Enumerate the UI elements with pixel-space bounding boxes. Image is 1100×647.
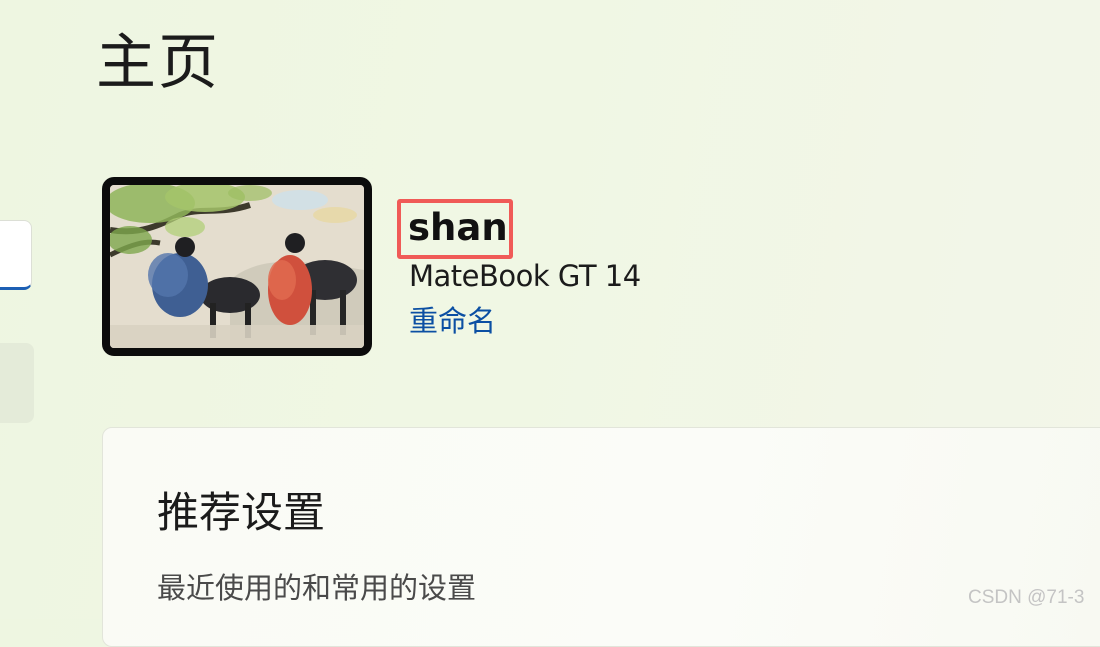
- wallpaper-painting-image: [110, 185, 364, 348]
- page-title: 主页: [96, 28, 220, 98]
- recommended-settings-subtitle: 最近使用的和常用的设置: [157, 571, 477, 605]
- device-name: shan: [408, 206, 508, 249]
- sidebar-search-box[interactable]: [0, 220, 32, 290]
- recommended-settings-title: 推荐设置: [157, 488, 326, 537]
- rename-link[interactable]: 重命名: [409, 304, 496, 339]
- device-wallpaper-thumbnail: [102, 177, 372, 356]
- watermark: CSDN @71-3: [968, 587, 1085, 608]
- device-model: MateBook GT 14: [409, 259, 641, 293]
- sidebar-nav-item[interactable]: [0, 343, 34, 423]
